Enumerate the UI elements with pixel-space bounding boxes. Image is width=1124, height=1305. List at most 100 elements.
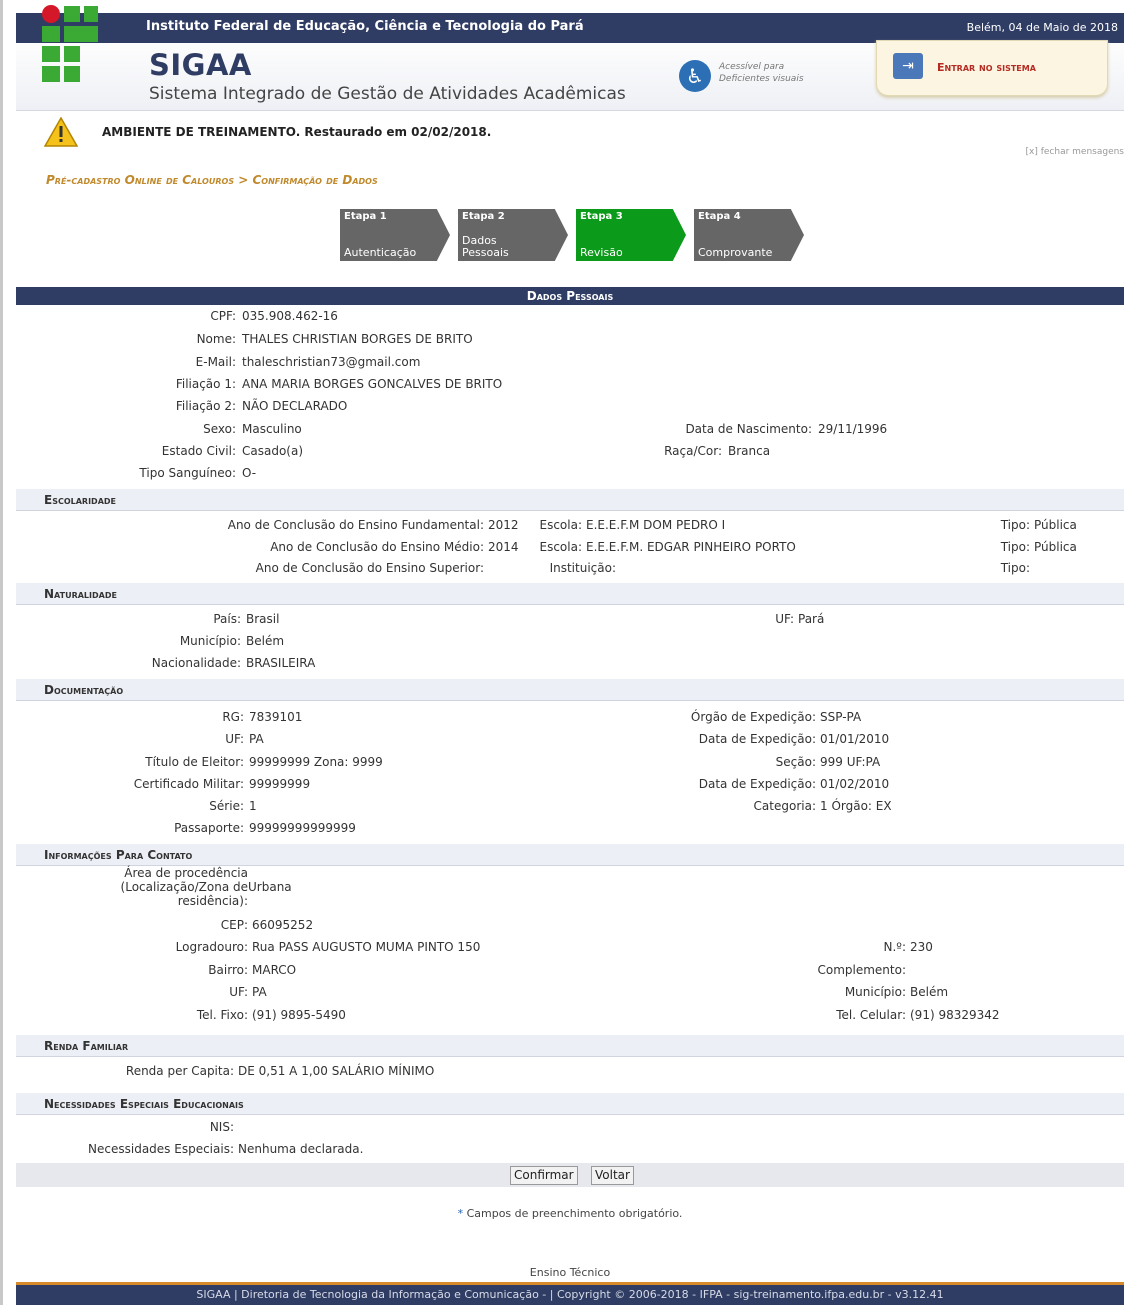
login-icon: ⇥ [893,53,923,79]
page-left-border [0,0,3,1305]
titulo-eleitor-value: 99999999 Zona: 9999 [249,755,383,769]
tel-fixo-label: Tel. Fixo: [196,1008,248,1022]
step-2: Etapa 2 Dados Pessoais [458,209,568,261]
medio-tipo-value: Pública [1034,540,1077,554]
section-title-renda: Renda Familiar [16,1035,1124,1057]
raca-label: Raça/Cor: [664,444,722,458]
contato-municipio-label: Município: [844,985,906,999]
categoria-value: 1 Órgão: EX [820,799,892,813]
page: Instituto Federal de Educação, Ciência e… [16,0,1124,1305]
footer: SIGAA | Diretoria de Tecnologia da Infor… [16,1282,1124,1305]
institution-bar: Instituto Federal de Educação, Ciência e… [16,13,1124,43]
filiacao2-label: Filiação 2: [175,399,236,413]
medio-label: Ano de Conclusão do Ensino Médio: [270,540,484,554]
cep-label: CEP: [220,918,248,932]
serie-label: Série: [209,799,244,813]
close-messages-link[interactable]: [x] fechar mensagens [1026,147,1124,157]
medio-tipo-label: Tipo: [1000,540,1030,554]
logradouro-label: Logradouro: [175,940,248,954]
institution-name: Instituto Federal de Educação, Ciência e… [146,19,584,34]
sangue-label: Tipo Sanguíneo: [139,466,236,480]
estado-civil-value: Casado(a) [242,444,304,458]
rg-value: 7839101 [249,710,303,724]
app-name: SIGAA [149,48,252,82]
contato-uf-label: UF: [229,985,248,999]
bairro-value: MARCO [252,963,297,977]
warning-text: AMBIENTE DE TREINAMENTO. Restaurado em 0… [102,125,492,139]
passaporte-value: 99999999999999 [249,821,356,835]
nacionalidade-label: Nacionalidade: [151,656,241,670]
step-1: Etapa 1 Autenticação [340,209,450,261]
form-actions: Confirmar Voltar [16,1163,1124,1187]
medio-value: 2014 [488,540,519,554]
certificado-militar-label: Certificado Militar: [133,777,244,791]
serie-value: 1 [249,799,257,813]
renda-value: DE 0,51 A 1,00 SALÁRIO MÍNIMO [238,1064,435,1078]
certificado-militar-value: 99999999 [249,777,311,791]
fund-escola-label: Escola: [539,518,582,532]
required-fields-note: * Campos de preenchimento obrigatório. [16,1207,1124,1220]
pais-label: País: [213,612,241,626]
accessibility-link[interactable]: ♿ Acessível para Deficientes visuais [679,58,839,94]
sexo-value: Masculino [242,422,302,436]
filiacao1-value: ANA MARIA BORGES GONCALVES DE BRITO [242,377,503,391]
pais-value: Brasil [246,612,280,626]
data-expedicao-value: 01/01/2010 [820,732,890,746]
nascimento-label: Data de Nascimento: [685,422,812,436]
tel-fixo-value: (91) 9895-5490 [252,1008,346,1022]
breadcrumb: Pré-cadastro Online de Calouros > Confir… [46,173,378,187]
raca-value: Branca [728,444,771,458]
data-expedicao2-value: 01/02/2010 [820,777,890,791]
numero-value: 230 [910,940,933,954]
warning-icon [44,117,78,147]
data-expedicao-label: Data de Expedição: [698,732,816,746]
filiacao2-value: NÃO DECLARADO [242,399,348,413]
necessidades-label: Necessidades Especiais: [88,1142,234,1156]
naturalidade-uf-label: UF: [775,612,794,626]
training-warning: AMBIENTE DE TREINAMENTO. Restaurado em 0… [16,113,1124,166]
doc-uf-value: PA [249,732,264,746]
fund-escola-value: E.E.E.F.M DOM PEDRO I [586,518,726,532]
required-star: * [457,1207,464,1220]
section-title-dados-pessoais: Dados Pessoais [16,287,1124,305]
superior-label: Ano de Conclusão do Ensino Superior: [255,561,484,575]
fund-label: Ano de Conclusão do Ensino Fundamental: [227,518,484,532]
contato-uf-value: PA [252,985,267,999]
nacionalidade-value: BRASILEIRA [246,656,316,670]
step-4: Etapa 4 Comprovante [694,209,804,261]
secao-value: 999 UF:PA [820,755,881,769]
enter-system-button[interactable]: ⇥ Entrar no sistema [876,40,1108,96]
email-value: thaleschristian73@gmail.com [242,355,421,369]
ifpa-logo-icon [40,5,102,82]
cpf-value: 035.908.462-16 [242,309,338,323]
contato-municipio-value: Belém [910,985,949,999]
doc-uf-label: UF: [225,732,244,746]
fund-value: 2012 [488,518,519,532]
cpf-label: CPF: [210,309,236,323]
rg-label: RG: [222,710,244,724]
accessibility-line1: Acessível para [719,62,785,72]
medio-escola-label: Escola: [539,540,582,554]
titulo-eleitor-label: Título de Eleitor: [145,755,244,769]
bairro-label: Bairro: [208,963,248,977]
section-title-contato: Informações Para Contato [16,844,1124,866]
filiacao1-label: Filiação 1: [175,377,236,391]
categoria-label: Categoria: [753,799,816,813]
fund-tipo-value: Pública [1034,518,1077,532]
sexo-label: Sexo: [203,422,236,436]
municipio-label: Município: [179,634,241,648]
orgao-value: SSP-PA [820,710,862,724]
confirm-button[interactable]: Confirmar [510,1166,578,1185]
section-title-naturalidade: Naturalidade [16,583,1124,605]
accessibility-line2: Deficientes visuais [719,74,804,84]
step-3-current: Etapa 3 Revisão [576,209,686,261]
section-title-documentacao: Documentação [16,679,1124,701]
nome-value: THALES CHRISTIAN BORGES DE BRITO [242,332,473,346]
orgao-label: Órgão de Expedição: [690,710,816,724]
required-fields-text: Campos de preenchimento obrigatório. [466,1207,683,1220]
back-button[interactable]: Voltar [591,1166,634,1185]
accessibility-icon: ♿ [679,60,711,92]
sangue-value: O- [242,466,257,480]
logradouro-value: Rua PASS AUGUSTO MUMA PINTO 150 [252,940,481,954]
current-date: Belém, 04 de Maio de 2018 [966,21,1118,34]
